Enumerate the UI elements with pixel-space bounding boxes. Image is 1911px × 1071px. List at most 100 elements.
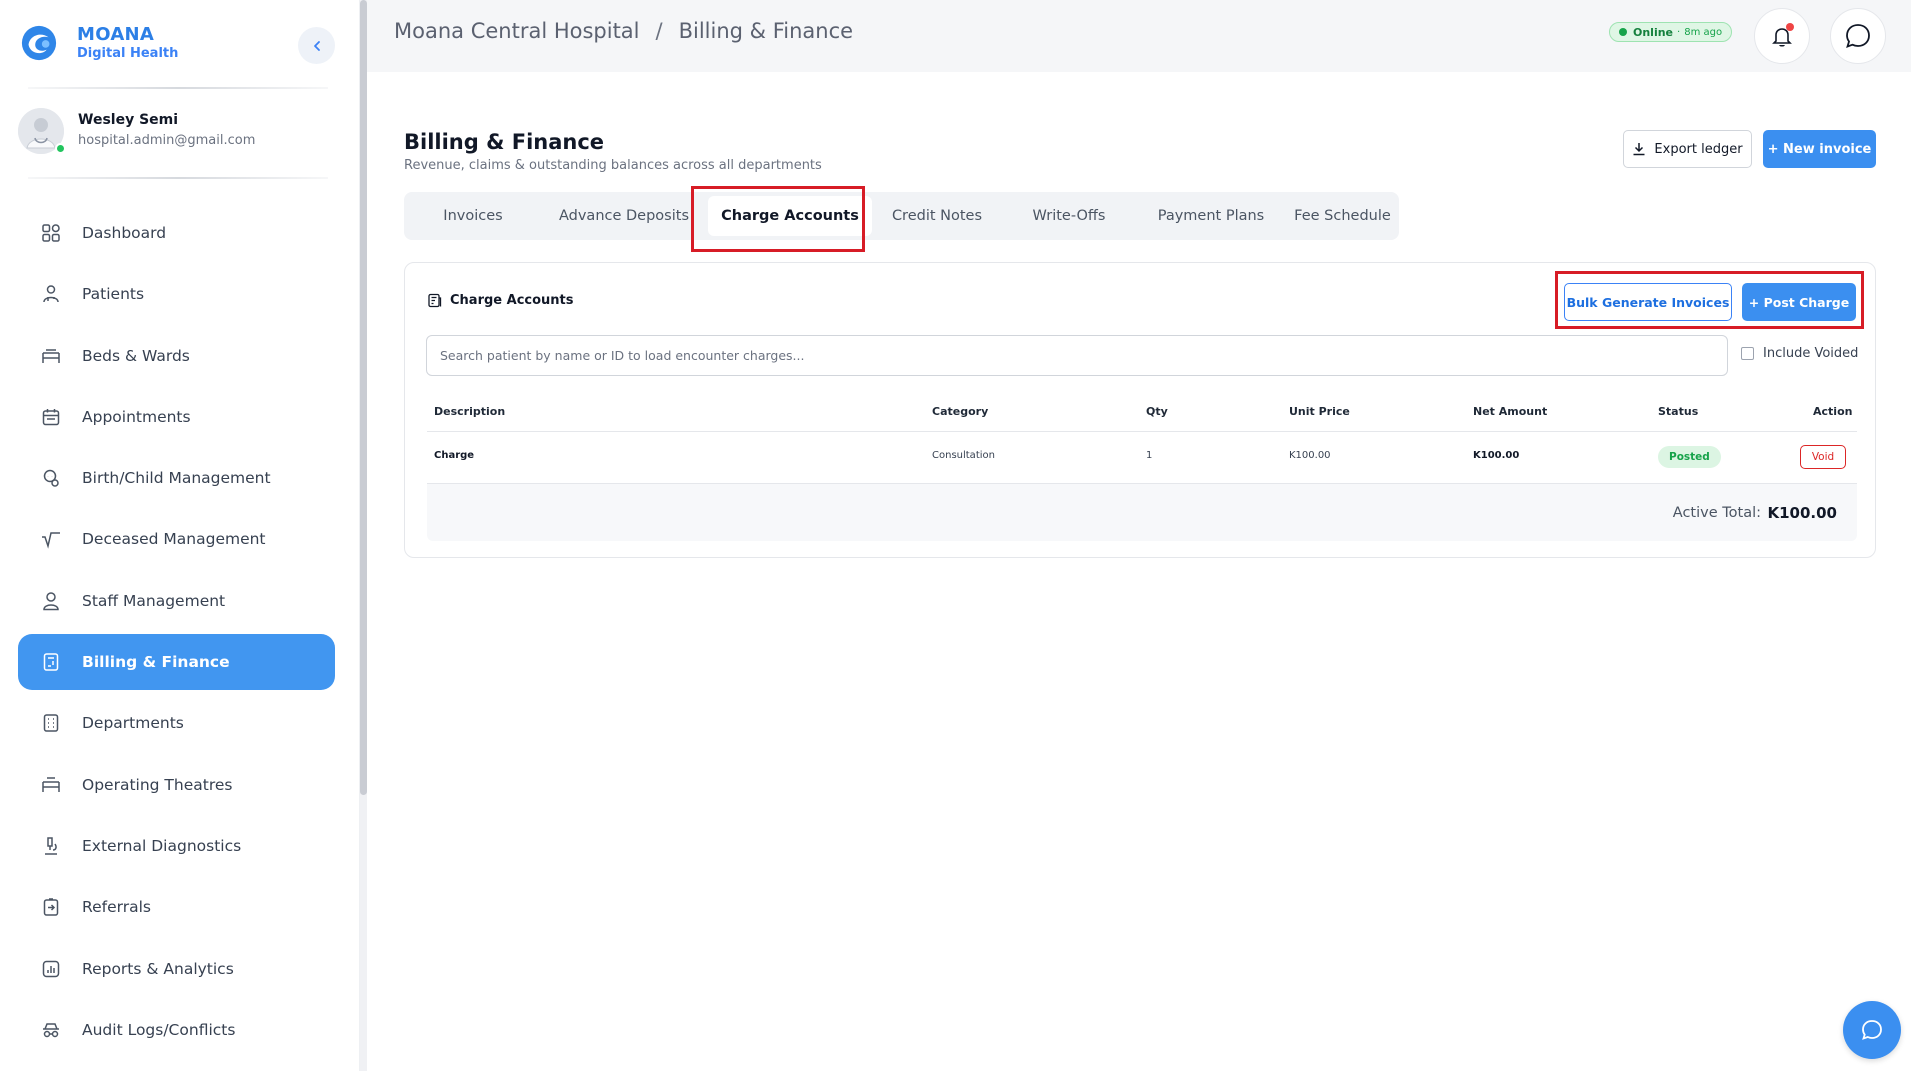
- brand-name: MOANA: [77, 24, 155, 45]
- table-header-divider: [427, 431, 1857, 432]
- chat-support-button[interactable]: [1843, 1001, 1901, 1059]
- sidebar-item-label: Reports & Analytics: [82, 959, 234, 978]
- tab-fee-schedule[interactable]: Fee Schedule: [1286, 192, 1399, 240]
- sidebar-item-label: Dashboard: [82, 224, 167, 242]
- sidebar-item-staff[interactable]: Staff Management: [18, 573, 335, 629]
- sidebar-item-label: Billing & Finance: [82, 653, 230, 672]
- sidebar-item-label: Staff Management: [82, 591, 226, 610]
- moana-logo-icon: [21, 25, 57, 61]
- page-title: Billing & Finance: [404, 130, 605, 154]
- sidebar-item-label: Birth/Child Management: [82, 469, 271, 488]
- online-status-dot: [55, 143, 66, 154]
- export-ledger-button[interactable]: Export ledger: [1623, 130, 1752, 168]
- sidebar-item-appointments[interactable]: Appointments: [18, 389, 335, 445]
- sidebar-item-patients[interactable]: Patients: [18, 266, 335, 322]
- notification-dot: [1786, 23, 1794, 31]
- tab-write-offs[interactable]: Write-Offs: [1002, 192, 1136, 240]
- patient-icon: [40, 283, 62, 305]
- user-email: hospital.admin@gmail.com: [78, 133, 256, 148]
- building-icon: [40, 712, 62, 734]
- highlight-box: [691, 186, 865, 252]
- sidebar-scrollbar[interactable]: [360, 0, 367, 1071]
- sidebar-item-operating-theatres[interactable]: Operating Theatres: [18, 757, 335, 813]
- include-voided-label: Include Voided: [1763, 346, 1859, 361]
- theatre-icon: [40, 774, 62, 796]
- grid-icon: [40, 222, 62, 244]
- cell-description: Charge: [434, 450, 475, 461]
- column-header-action: Action: [1813, 405, 1853, 418]
- microscope-icon: [40, 835, 62, 857]
- sidebar-item-audit-logs[interactable]: Audit Logs/Conflicts: [18, 1002, 335, 1058]
- bed-icon: [40, 345, 62, 367]
- status-ago: 8m ago: [1684, 26, 1723, 38]
- sidebar-item-label: Departments: [82, 714, 184, 733]
- scrollbar-thumb[interactable]: [360, 0, 367, 795]
- include-voided-checkbox[interactable]: [1741, 347, 1754, 360]
- active-total-value: K100.00: [1767, 504, 1837, 522]
- receipt-icon: [428, 293, 442, 308]
- cell-qty: 1: [1146, 450, 1153, 461]
- referral-icon: [40, 896, 62, 918]
- breadcrumb: Moana Central Hospital / Billing & Finance: [394, 19, 853, 43]
- sidebar-item-billing-finance[interactable]: Billing & Finance: [18, 634, 335, 691]
- status-badge: Posted: [1658, 446, 1721, 468]
- sidebar-item-label: External Diagnostics: [82, 836, 242, 855]
- cell-category: Consultation: [932, 450, 995, 461]
- sidebar-divider: [28, 87, 328, 89]
- report-icon: [40, 958, 62, 980]
- column-header-qty: Qty: [1146, 405, 1168, 418]
- messages-button[interactable]: [1830, 8, 1886, 64]
- status-label: Online: [1633, 25, 1674, 39]
- avatar: [18, 108, 66, 154]
- sidebar-item-dashboard[interactable]: Dashboard: [18, 205, 335, 261]
- tab-payment-plans[interactable]: Payment Plans: [1136, 192, 1286, 240]
- online-dot: [1619, 28, 1627, 36]
- column-header-unit-price: Unit Price: [1289, 405, 1350, 418]
- sidebar-item-label: Referrals: [82, 898, 151, 917]
- chat-bubble-icon: [1846, 24, 1870, 48]
- sidebar-item-referrals[interactable]: Referrals: [18, 879, 335, 935]
- tab-credit-notes[interactable]: Credit Notes: [872, 192, 1002, 240]
- total-bar: Active Total: K100.00: [427, 483, 1857, 541]
- sidebar-item-reports-analytics[interactable]: Reports & Analytics: [18, 941, 335, 997]
- column-header-net-amount: Net Amount: [1473, 405, 1548, 418]
- tab-advance-deposits[interactable]: Advance Deposits: [542, 192, 706, 240]
- sidebar-item-label: Beds & Wards: [82, 346, 190, 365]
- collapse-sidebar-button[interactable]: [298, 27, 335, 64]
- breadcrumb-hospital[interactable]: Moana Central Hospital: [394, 19, 640, 43]
- brand[interactable]: MOANA Digital Health: [20, 24, 178, 62]
- staff-icon: [40, 590, 62, 612]
- card-title-text: Charge Accounts: [450, 293, 574, 308]
- sidebar-item-birth-child[interactable]: Birth/Child Management: [18, 450, 335, 506]
- sidebar-item-deceased[interactable]: Deceased Management: [18, 511, 335, 567]
- sidebar-item-departments[interactable]: Departments: [18, 695, 335, 751]
- sidebar-item-beds-wards[interactable]: Beds & Wards: [18, 328, 335, 384]
- column-header-status: Status: [1658, 405, 1699, 418]
- sidebar-item-label: Audit Logs/Conflicts: [82, 1020, 236, 1039]
- sidebar-item-external-diagnostics[interactable]: External Diagnostics: [18, 818, 335, 874]
- cell-unit-price: K100.00: [1289, 450, 1331, 461]
- billing-tabs: Invoices Advance Deposits Charge Account…: [404, 192, 1399, 240]
- card-title: Charge Accounts: [427, 293, 574, 308]
- download-icon: [1633, 143, 1645, 156]
- breadcrumb-current: Billing & Finance: [678, 19, 854, 43]
- include-voided-toggle[interactable]: Include Voided: [1741, 346, 1858, 361]
- column-header-description: Description: [434, 405, 506, 418]
- tab-invoices[interactable]: Invoices: [404, 192, 542, 240]
- patient-search-input[interactable]: [426, 335, 1728, 376]
- sidebar-item-label: Deceased Management: [82, 530, 266, 549]
- void-button[interactable]: Void: [1800, 445, 1846, 469]
- chevron-left-icon: [313, 40, 320, 51]
- calendar-icon: [40, 406, 62, 428]
- status-separator: ·: [1677, 26, 1681, 38]
- user-profile[interactable]: Wesley Semi hospital.admin@gmail.com: [18, 108, 255, 154]
- new-invoice-button[interactable]: + New invoice: [1763, 130, 1876, 168]
- export-ledger-label: Export ledger: [1654, 141, 1743, 157]
- brand-subtitle: Digital Health: [77, 46, 179, 61]
- sidebar-divider: [28, 177, 328, 179]
- active-total-label: Active Total:: [1672, 505, 1761, 521]
- breadcrumb-separator: /: [655, 19, 663, 43]
- highlight-box: [1555, 271, 1864, 329]
- sidebar-item-label: Appointments: [82, 407, 191, 426]
- notifications-button[interactable]: [1754, 8, 1810, 64]
